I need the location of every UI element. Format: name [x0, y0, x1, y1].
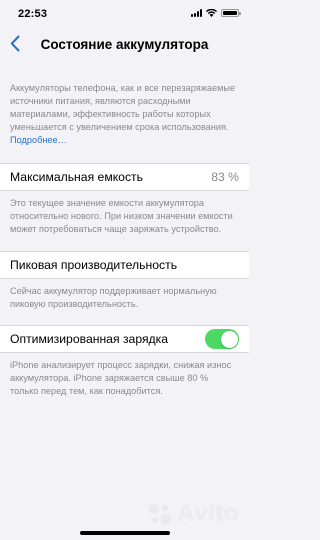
toggle-knob: [220, 330, 238, 348]
max-capacity-value: 83 %: [211, 170, 239, 184]
page-title: Состояние аккумулятора: [40, 36, 209, 52]
intro-description: Аккумуляторы телефона, как и все перезар…: [0, 82, 249, 147]
max-capacity-footer: Это текущее значение емкости аккумулятор…: [10, 198, 233, 234]
navigation-bar: Состояние аккумулятора: [0, 26, 249, 62]
home-indicator[interactable]: [79, 531, 170, 535]
optimized-charging-label: Оптимизированная зарядка: [10, 332, 169, 346]
learn-more-link[interactable]: Подробнее…: [10, 135, 67, 145]
peak-performance-footer: Сейчас аккумулятор поддерживает нормальн…: [10, 286, 217, 309]
status-bar: 22:53: [0, 0, 249, 26]
peak-performance-label: Пиковая производительность: [10, 258, 178, 272]
max-capacity-row: Максимальная емкость 83 %: [0, 163, 249, 191]
status-time: 22:53: [18, 8, 48, 20]
peak-performance-row: Пиковая производительность: [0, 251, 249, 279]
optimized-charging-toggle[interactable]: [205, 329, 239, 349]
wifi-icon: [206, 9, 217, 17]
watermark-text: Avito: [177, 500, 239, 527]
avito-logo-icon: [149, 504, 172, 525]
back-chevron-icon[interactable]: [5, 31, 25, 55]
optimized-charging-row: Оптимизированная зарядка: [0, 325, 249, 353]
intro-text: Аккумуляторы телефона, как и все перезар…: [10, 83, 236, 132]
cellular-signal-icon: [191, 9, 202, 17]
optimized-charging-footer: iPhone анализирует процесс зарядки, сниж…: [10, 360, 232, 396]
battery-icon: [221, 9, 241, 17]
avito-watermark: Avito: [147, 500, 239, 528]
max-capacity-label: Максимальная емкость: [10, 170, 143, 184]
status-icons: [191, 9, 241, 17]
